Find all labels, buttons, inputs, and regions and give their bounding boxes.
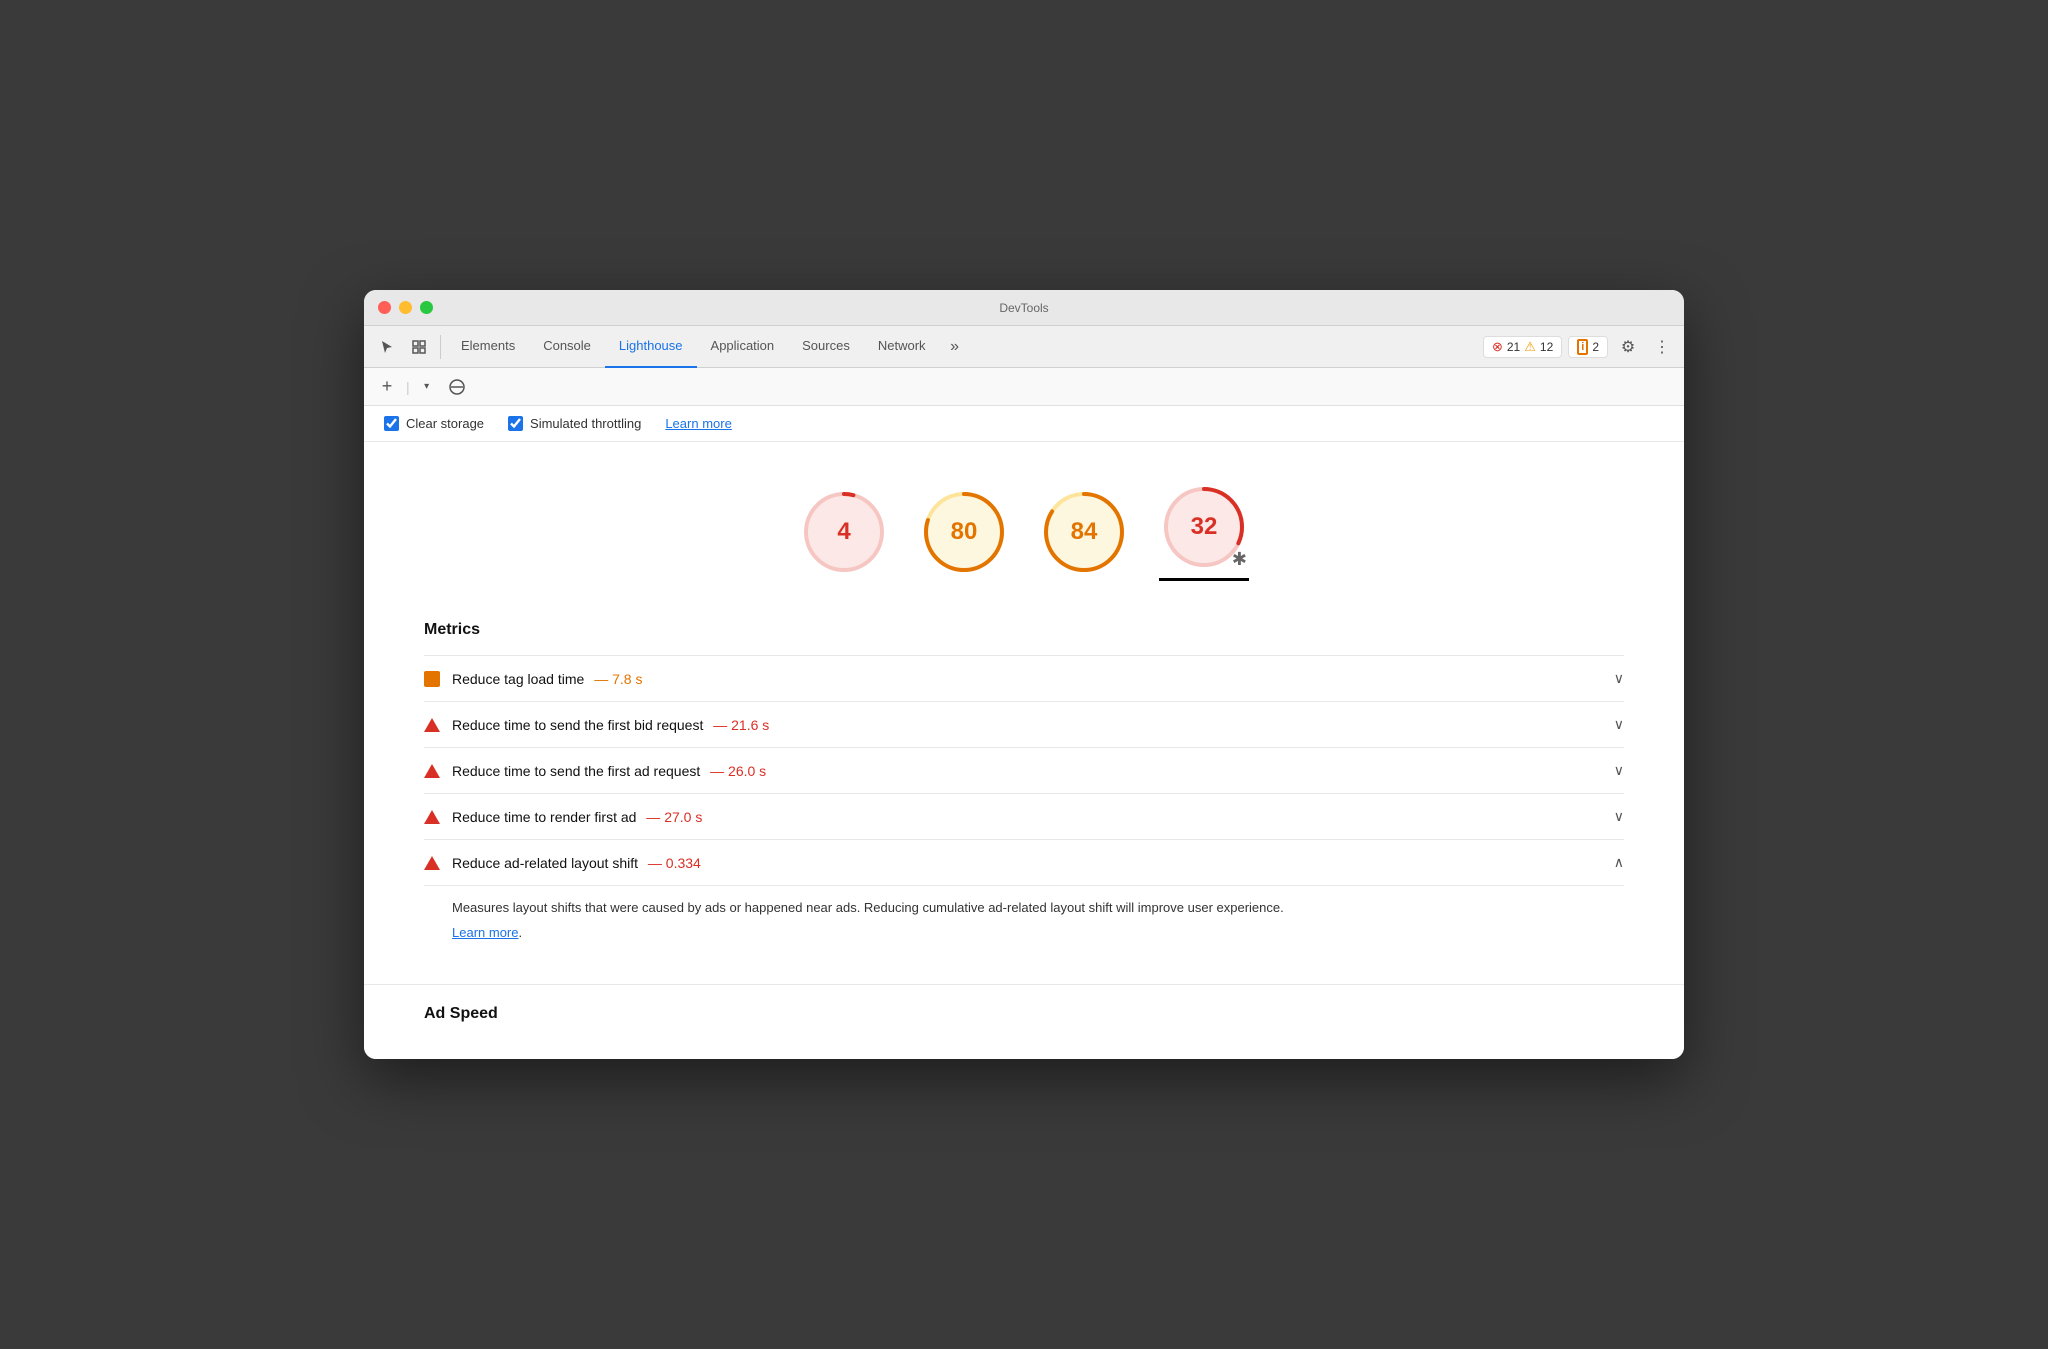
metric-value-3: — 26.0 s (706, 763, 766, 779)
metric-row-4[interactable]: Reduce time to render first ad — 27.0 s … (424, 793, 1624, 839)
tab-console[interactable]: Console (529, 326, 605, 368)
error-badge: ⊗ 21 ⚠ 12 (1483, 336, 1562, 358)
expanded-learn-more-container: Learn more. (452, 923, 1624, 944)
metric-label-4: Reduce time to render first ad (452, 809, 636, 825)
tab-sources[interactable]: Sources (788, 326, 864, 368)
nav-tabs: Elements Console Lighthouse Application … (447, 326, 1481, 368)
secondary-toolbar: + | ▾ (364, 368, 1684, 406)
score-value-2: 80 (951, 518, 978, 546)
score-1-container: 4 (799, 487, 889, 577)
info-icon: i (1577, 339, 1588, 355)
clear-storage-checkbox[interactable] (384, 416, 399, 431)
red-triangle-icon-5 (424, 856, 440, 870)
clear-storage-option[interactable]: Clear storage (384, 416, 484, 431)
metric-label-5: Reduce ad-related layout shift (452, 855, 638, 871)
score-circle-2: 80 (919, 487, 1009, 577)
metric-value-1: — 7.8 s (590, 671, 642, 687)
toolbar-right: ⊗ 21 ⚠ 12 i 2 ⚙ ⋮ (1483, 333, 1676, 361)
no-entry-button[interactable] (444, 374, 470, 400)
maximize-button[interactable] (420, 301, 433, 314)
tab-network[interactable]: Network (864, 326, 940, 368)
metric-label-1: Reduce tag load time (452, 671, 584, 687)
tab-lighthouse[interactable]: Lighthouse (605, 326, 697, 368)
expanded-description: Measures layout shifts that were caused … (452, 898, 1624, 919)
expanded-metric-content: Measures layout shifts that were caused … (424, 885, 1624, 964)
ad-speed-title: Ad Speed (424, 1005, 1624, 1023)
add-button[interactable]: + (374, 374, 400, 400)
metric-value-2: — 21.6 s (709, 717, 769, 733)
chevron-down-icon-4: ∨ (1614, 808, 1624, 825)
input-separator: | (406, 379, 410, 395)
score-value-1: 4 (837, 518, 850, 546)
expanded-learn-more-link[interactable]: Learn more (452, 925, 518, 940)
metric-row-5[interactable]: Reduce ad-related layout shift — 0.334 ∧ (424, 839, 1624, 885)
titlebar: DevTools (364, 290, 1684, 326)
learn-more-link[interactable]: Learn more (665, 416, 731, 431)
settings-button[interactable]: ⚙ (1614, 333, 1642, 361)
chevron-up-icon-5: ∧ (1614, 854, 1624, 871)
window-title: DevTools (999, 301, 1048, 315)
metric-row-2[interactable]: Reduce time to send the first bid reques… (424, 701, 1624, 747)
metric-value-4: — 27.0 s (642, 809, 702, 825)
tab-application[interactable]: Application (697, 326, 789, 368)
toolbar-divider (440, 335, 441, 359)
more-tabs-button[interactable]: » (940, 332, 970, 362)
score-value-3: 84 (1071, 518, 1098, 546)
score-4-container: 32 ✱ (1159, 482, 1249, 581)
metric-row-3[interactable]: Reduce time to send the first ad request… (424, 747, 1624, 793)
chevron-down-icon-1: ∨ (1614, 670, 1624, 687)
info-badge: i 2 (1568, 336, 1608, 358)
ad-speed-section: Ad Speed (364, 984, 1684, 1059)
main-content: 4 80 (364, 442, 1684, 1059)
chevron-down-icon-2: ∨ (1614, 716, 1624, 733)
tab-elements[interactable]: Elements (447, 326, 529, 368)
chevron-down-icon-3: ∨ (1614, 762, 1624, 779)
main-toolbar: Elements Console Lighthouse Application … (364, 326, 1684, 368)
simulated-throttling-checkbox[interactable] (508, 416, 523, 431)
toolbar-left (372, 332, 445, 362)
plugin-icon: ✱ (1232, 549, 1247, 570)
cursor-tool-button[interactable] (372, 332, 402, 362)
window-controls (378, 301, 433, 314)
metric-value-5: — 0.334 (644, 855, 701, 871)
metrics-section: Metrics Reduce tag load time — 7.8 s ∨ R… (364, 601, 1684, 984)
red-triangle-icon-3 (424, 764, 440, 778)
dropdown-button[interactable]: ▾ (416, 376, 438, 398)
minimize-button[interactable] (399, 301, 412, 314)
red-triangle-icon-2 (424, 718, 440, 732)
options-bar: Clear storage Simulated throttling Learn… (364, 406, 1684, 442)
active-score-indicator (1159, 578, 1249, 581)
score-circle-3: 84 (1039, 487, 1129, 577)
metric-label-3: Reduce time to send the first ad request (452, 763, 700, 779)
devtools-window: DevTools Elements (364, 290, 1684, 1059)
score-circle-4: 32 ✱ (1159, 482, 1249, 572)
scores-section: 4 80 (364, 442, 1684, 601)
red-triangle-icon-4 (424, 810, 440, 824)
simulated-throttling-option[interactable]: Simulated throttling (508, 416, 641, 431)
metrics-title: Metrics (424, 621, 1624, 639)
score-circle-1: 4 (799, 487, 889, 577)
score-2-container: 80 (919, 487, 1009, 577)
metric-label-2: Reduce time to send the first bid reques… (452, 717, 703, 733)
orange-square-icon-1 (424, 671, 440, 687)
more-options-button[interactable]: ⋮ (1648, 333, 1676, 361)
warning-icon: ⚠ (1524, 339, 1536, 355)
inspect-button[interactable] (404, 332, 434, 362)
score-3-container: 84 (1039, 487, 1129, 577)
error-icon: ⊗ (1492, 339, 1503, 355)
score-value-4: 32 (1191, 513, 1218, 541)
metric-row-1[interactable]: Reduce tag load time — 7.8 s ∨ (424, 655, 1624, 701)
close-button[interactable] (378, 301, 391, 314)
